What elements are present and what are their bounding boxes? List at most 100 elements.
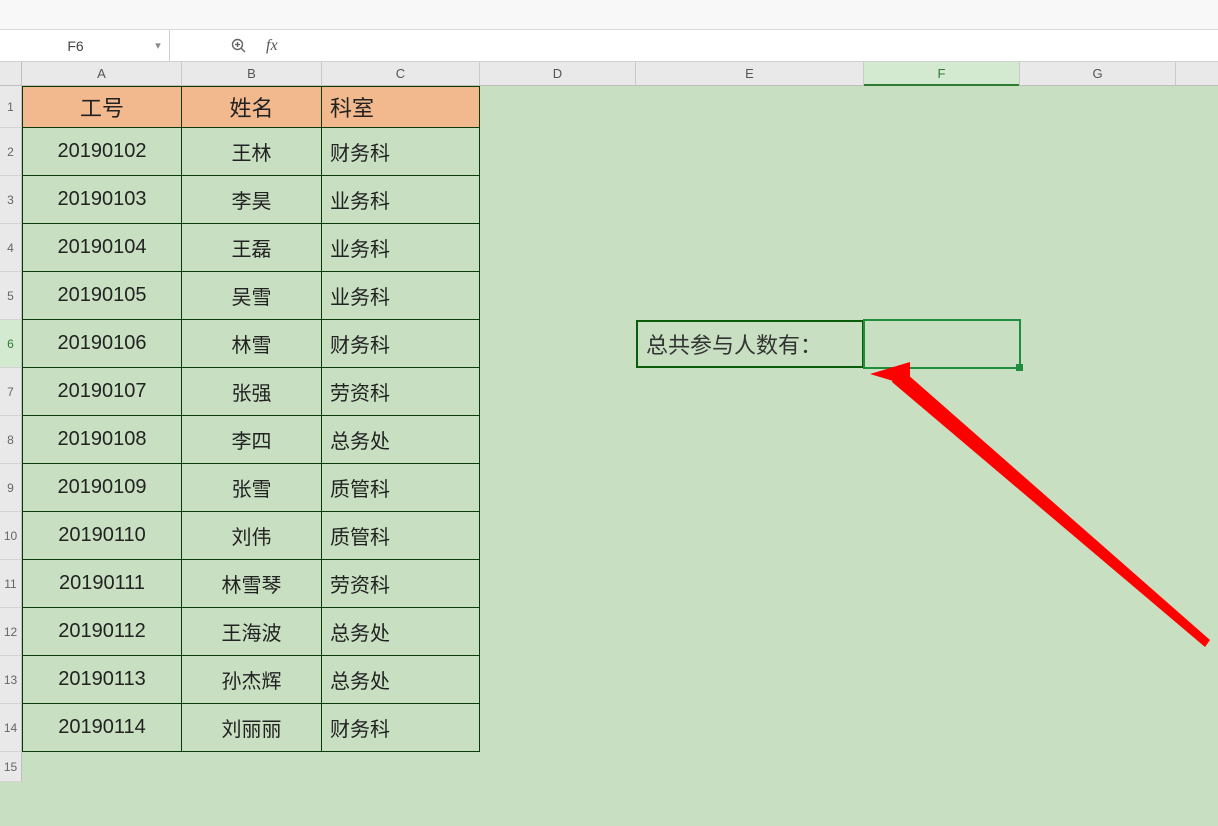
name-box-dropdown-icon[interactable]: ▾ bbox=[151, 39, 169, 52]
cell-name-5[interactable]: 吴雪 bbox=[182, 272, 322, 320]
cell-id-5[interactable]: 20190105 bbox=[22, 272, 182, 320]
cell-G1[interactable] bbox=[1020, 86, 1176, 128]
name-box-container[interactable]: F6 ▾ bbox=[0, 30, 170, 61]
cell-G14[interactable] bbox=[1020, 704, 1176, 752]
row-header-12[interactable]: 12 bbox=[0, 608, 22, 656]
cell-G12[interactable] bbox=[1020, 608, 1176, 656]
cell-D9[interactable] bbox=[480, 464, 636, 512]
row-header-10[interactable]: 10 bbox=[0, 512, 22, 560]
cell-F14[interactable] bbox=[864, 704, 1020, 752]
cell-id-8[interactable]: 20190108 bbox=[22, 416, 182, 464]
cell-F10[interactable] bbox=[864, 512, 1020, 560]
row-header-9[interactable]: 9 bbox=[0, 464, 22, 512]
cell-dept-10[interactable]: 质管科 bbox=[322, 512, 480, 560]
cell-name-13[interactable]: 孙杰辉 bbox=[182, 656, 322, 704]
col-header-F[interactable]: F bbox=[864, 62, 1020, 85]
cell-id-4[interactable]: 20190104 bbox=[22, 224, 182, 272]
cell-G8[interactable] bbox=[1020, 416, 1176, 464]
cell-C15[interactable] bbox=[322, 752, 480, 782]
cell-E9[interactable] bbox=[636, 464, 864, 512]
cell-F8[interactable] bbox=[864, 416, 1020, 464]
cell-F11[interactable] bbox=[864, 560, 1020, 608]
cell-id-2[interactable]: 20190102 bbox=[22, 128, 182, 176]
cell-G15[interactable] bbox=[1020, 752, 1176, 782]
header-dept[interactable]: 科室 bbox=[322, 86, 480, 128]
cell-G13[interactable] bbox=[1020, 656, 1176, 704]
cell-E15[interactable] bbox=[636, 752, 864, 782]
spreadsheet-grid[interactable]: A B C D E F G 1工号姓名科室220190102王林财务科32019… bbox=[0, 62, 1218, 826]
cell-dept-14[interactable]: 财务科 bbox=[322, 704, 480, 752]
row-header-4[interactable]: 4 bbox=[0, 224, 22, 272]
cell-dept-4[interactable]: 业务科 bbox=[322, 224, 480, 272]
cell-id-12[interactable]: 20190112 bbox=[22, 608, 182, 656]
cell-D14[interactable] bbox=[480, 704, 636, 752]
row-header-15[interactable]: 15 bbox=[0, 752, 22, 782]
cell-G7[interactable] bbox=[1020, 368, 1176, 416]
cell-D13[interactable] bbox=[480, 656, 636, 704]
cell-D7[interactable] bbox=[480, 368, 636, 416]
cell-dept-6[interactable]: 财务科 bbox=[322, 320, 480, 368]
cell-G9[interactable] bbox=[1020, 464, 1176, 512]
row-header-8[interactable]: 8 bbox=[0, 416, 22, 464]
cell-dept-5[interactable]: 业务科 bbox=[322, 272, 480, 320]
row-header-2[interactable]: 2 bbox=[0, 128, 22, 176]
cell-id-9[interactable]: 20190109 bbox=[22, 464, 182, 512]
cell-E12[interactable] bbox=[636, 608, 864, 656]
row-header-14[interactable]: 14 bbox=[0, 704, 22, 752]
cell-D11[interactable] bbox=[480, 560, 636, 608]
col-header-D[interactable]: D bbox=[480, 62, 636, 85]
cell-D3[interactable] bbox=[480, 176, 636, 224]
cell-name-10[interactable]: 刘伟 bbox=[182, 512, 322, 560]
cell-D4[interactable] bbox=[480, 224, 636, 272]
zoom-icon[interactable] bbox=[230, 37, 248, 55]
cell-id-7[interactable]: 20190107 bbox=[22, 368, 182, 416]
cell-F12[interactable] bbox=[864, 608, 1020, 656]
cell-E5[interactable] bbox=[636, 272, 864, 320]
cell-name-9[interactable]: 张雪 bbox=[182, 464, 322, 512]
cell-B15[interactable] bbox=[182, 752, 322, 782]
cell-name-4[interactable]: 王磊 bbox=[182, 224, 322, 272]
cell-E1[interactable] bbox=[636, 86, 864, 128]
row-header-5[interactable]: 5 bbox=[0, 272, 22, 320]
cell-name-11[interactable]: 林雪琴 bbox=[182, 560, 322, 608]
name-box[interactable]: F6 bbox=[0, 35, 151, 57]
cell-A15[interactable] bbox=[22, 752, 182, 782]
cell-D5[interactable] bbox=[480, 272, 636, 320]
cell-id-13[interactable]: 20190113 bbox=[22, 656, 182, 704]
cell-name-12[interactable]: 王海波 bbox=[182, 608, 322, 656]
cell-name-6[interactable]: 林雪 bbox=[182, 320, 322, 368]
cell-dept-12[interactable]: 总务处 bbox=[322, 608, 480, 656]
cell-name-2[interactable]: 王林 bbox=[182, 128, 322, 176]
header-name[interactable]: 姓名 bbox=[182, 86, 322, 128]
select-all-corner[interactable] bbox=[0, 62, 22, 85]
cell-G10[interactable] bbox=[1020, 512, 1176, 560]
cell-E7[interactable] bbox=[636, 368, 864, 416]
cell-D12[interactable] bbox=[480, 608, 636, 656]
cell-name-7[interactable]: 张强 bbox=[182, 368, 322, 416]
cell-G5[interactable] bbox=[1020, 272, 1176, 320]
cell-D10[interactable] bbox=[480, 512, 636, 560]
cell-E13[interactable] bbox=[636, 656, 864, 704]
cell-F1[interactable] bbox=[864, 86, 1020, 128]
cell-D15[interactable] bbox=[480, 752, 636, 782]
cell-result-F6[interactable] bbox=[864, 320, 1020, 368]
cell-id-3[interactable]: 20190103 bbox=[22, 176, 182, 224]
label-total-participants[interactable]: 总共参与人数有： bbox=[636, 320, 864, 368]
col-header-B[interactable]: B bbox=[182, 62, 322, 85]
cell-dept-13[interactable]: 总务处 bbox=[322, 656, 480, 704]
cell-dept-2[interactable]: 财务科 bbox=[322, 128, 480, 176]
cell-F3[interactable] bbox=[864, 176, 1020, 224]
cell-E10[interactable] bbox=[636, 512, 864, 560]
cell-D8[interactable] bbox=[480, 416, 636, 464]
cell-F13[interactable] bbox=[864, 656, 1020, 704]
header-id[interactable]: 工号 bbox=[22, 86, 182, 128]
cell-G4[interactable] bbox=[1020, 224, 1176, 272]
cell-F4[interactable] bbox=[864, 224, 1020, 272]
cell-dept-3[interactable]: 业务科 bbox=[322, 176, 480, 224]
cell-dept-9[interactable]: 质管科 bbox=[322, 464, 480, 512]
row-header-11[interactable]: 11 bbox=[0, 560, 22, 608]
col-header-A[interactable]: A bbox=[22, 62, 182, 85]
cell-G2[interactable] bbox=[1020, 128, 1176, 176]
fx-icon[interactable]: fx bbox=[266, 37, 278, 55]
cell-F15[interactable] bbox=[864, 752, 1020, 782]
